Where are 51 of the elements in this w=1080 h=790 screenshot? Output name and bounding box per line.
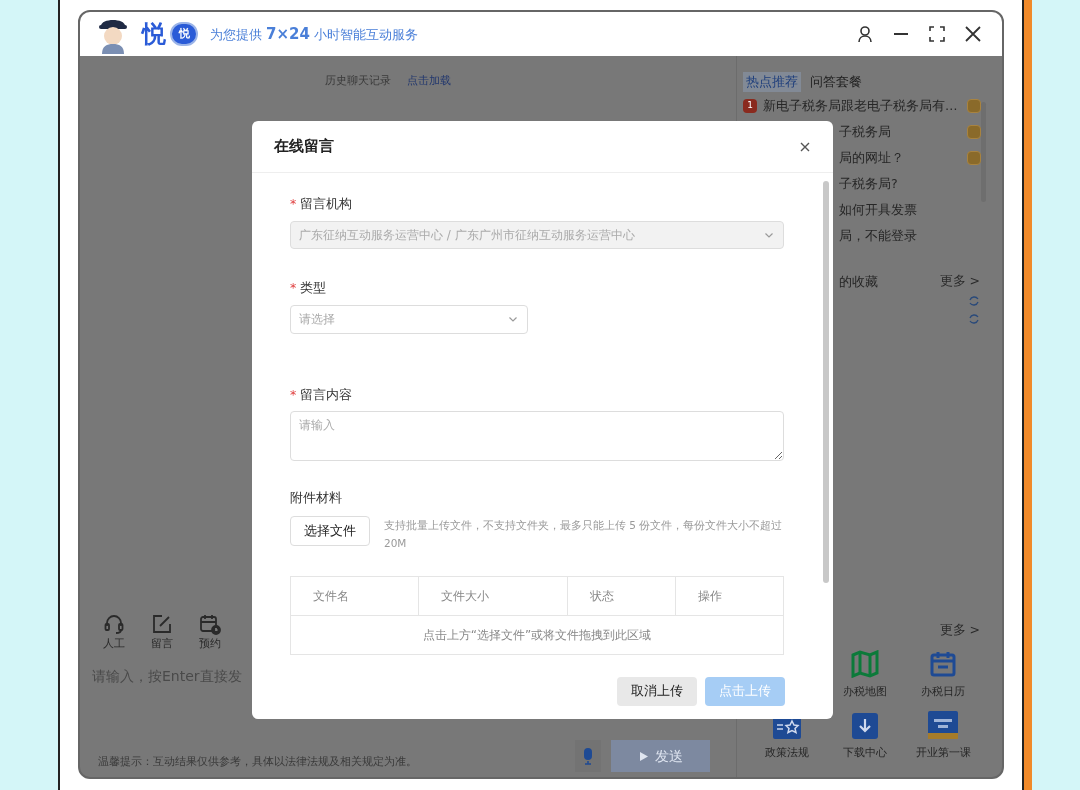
- logo-text: 悦: [142, 22, 166, 46]
- close-icon[interactable]: [964, 25, 982, 43]
- required-mark: *: [290, 385, 297, 404]
- logo-badge: 悦: [170, 22, 198, 46]
- service-tile[interactable]: 办税地图: [826, 650, 904, 701]
- hot-question-link[interactable]: 局，不能登录: [839, 226, 917, 246]
- tool-button[interactable]: 人工: [102, 611, 126, 652]
- side-tab[interactable]: 热点推荐: [743, 72, 801, 92]
- empty-drop-text: 点击上方“选择文件”或将文件拖拽到此区域: [422, 627, 652, 644]
- field-label: 留言机构: [300, 195, 353, 213]
- service-tile[interactable]: 下载中心: [826, 710, 904, 761]
- column-header: 状态: [567, 577, 675, 615]
- choose-file-button[interactable]: 选择文件: [290, 516, 370, 546]
- more-link[interactable]: 更多 >: [939, 621, 980, 640]
- hot-question-link[interactable]: 子税务局: [839, 122, 891, 142]
- tool-button[interactable]: 留言: [150, 611, 174, 652]
- slogan: 为您提供 7×24 小时智能互动服务: [210, 23, 418, 45]
- calendar-icon: [929, 650, 957, 678]
- dialog-title: 在线留言: [274, 136, 334, 158]
- course-badge-icon: [928, 710, 958, 739]
- rank-badge: 1: [743, 99, 757, 113]
- upload-hint: 支持批量上传文件，不支持文件夹，最多只能上传 5 份文件，每份文件大小不超过 20M: [384, 518, 784, 551]
- load-history-link[interactable]: 点击加载: [407, 73, 451, 90]
- required-mark: *: [290, 278, 297, 297]
- send-button[interactable]: 发送: [611, 740, 710, 772]
- microphone-icon: [582, 747, 594, 765]
- field-label: 留言内容: [300, 385, 353, 404]
- required-mark: *: [290, 195, 297, 213]
- hot-question-link[interactable]: 局的网址？: [839, 148, 904, 168]
- map-icon: [850, 650, 880, 678]
- tool-button[interactable]: 预约: [198, 611, 222, 652]
- column-header: 操作: [675, 577, 783, 615]
- more-link[interactable]: 更多 >: [939, 271, 980, 291]
- type-select[interactable]: 请选择: [290, 304, 528, 334]
- hot-question-link[interactable]: 新电子税务局跟老电子税务局有…: [763, 96, 958, 116]
- maximize-icon[interactable]: [928, 25, 946, 43]
- hot-question-link[interactable]: 子税务局?: [839, 174, 898, 194]
- hot-question-link[interactable]: 如何开具发票: [839, 200, 917, 220]
- close-icon[interactable]: [799, 140, 811, 153]
- content-textarea[interactable]: 请输入: [290, 411, 784, 462]
- service-tile[interactable]: 办税日历: [904, 650, 982, 701]
- send-icon: [638, 750, 649, 762]
- cancel-upload-button[interactable]: 取消上传: [617, 677, 697, 706]
- user-icon[interactable]: [856, 25, 874, 43]
- column-header: 文件大小: [418, 577, 567, 615]
- download-icon: [852, 712, 878, 739]
- column-header: 文件名: [312, 588, 350, 605]
- side-tab[interactable]: 问答套餐: [807, 72, 865, 92]
- field-label: 类型: [300, 278, 327, 297]
- attachment-label: 附件材料: [290, 489, 343, 508]
- collection-title: 的收藏: [839, 272, 878, 291]
